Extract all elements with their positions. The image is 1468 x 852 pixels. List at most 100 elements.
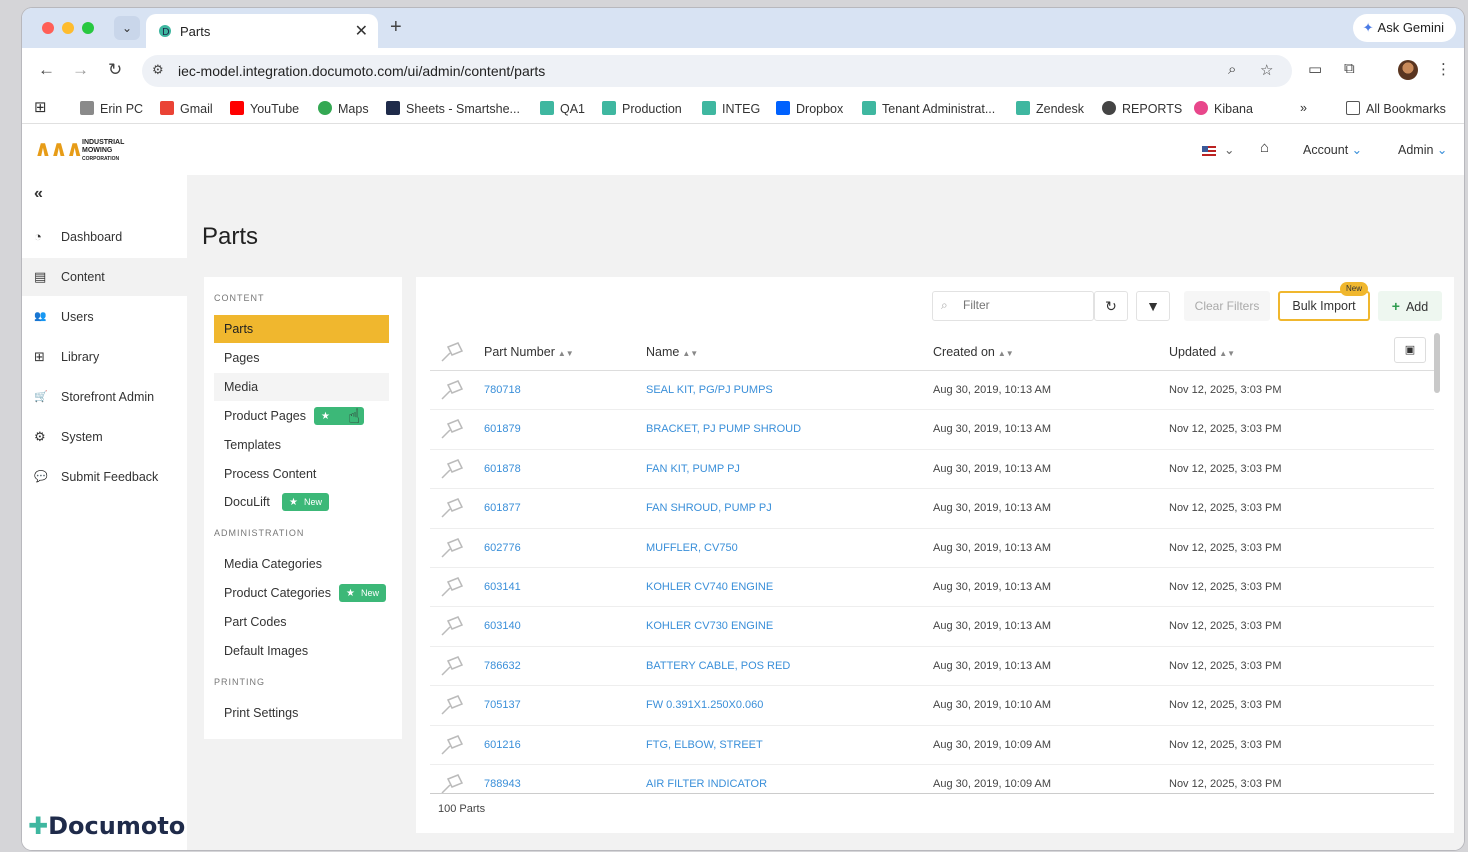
nav-item-product-pages[interactable]: Product Pages ★ ☝ [214,402,389,430]
part-name-link[interactable]: FAN KIT, PUMP PJ [646,463,740,475]
collapse-sidebar-icon[interactable]: « [34,185,43,203]
nav-item-parts[interactable]: Parts [214,315,389,343]
table-row[interactable]: 601878 FAN KIT, PUMP PJ Aug 30, 2019, 10:1… [430,450,1434,490]
column-updated[interactable]: Updated ▲▼ [1169,345,1235,359]
sidebar-item-system[interactable]: ⚙ System [22,418,187,456]
table-row[interactable]: 603140 KOHLER CV730 ENGINE Aug 30, 2019, 1… [430,607,1434,647]
filter-toggle-button[interactable]: ▼ [1136,291,1170,321]
bookmark-item[interactable]: Sheets - Smartshe... [386,101,520,116]
sidebar-item-library[interactable]: ⊞ Library [22,338,187,376]
clear-filters-button[interactable]: Clear Filters [1184,291,1270,321]
bookmark-item[interactable]: Tenant Administrat... [862,101,995,116]
table-row[interactable]: 780718 SEAL KIT, PG/PJ PUMPS Aug 30, 2019,… [430,371,1434,411]
table-row[interactable]: 603141 KOHLER CV740 ENGINE Aug 30, 2019, 1… [430,568,1434,608]
part-name-link[interactable]: SEAL KIT, PG/PJ PUMPS [646,384,773,396]
maximize-window-button[interactable] [82,22,94,34]
table-row[interactable]: 601879 BRACKET, PJ PUMP SHROUD Aug 30, 201… [430,410,1434,450]
part-number-link[interactable]: 601878 [484,463,521,475]
part-name-link[interactable]: BRACKET, PJ PUMP SHROUD [646,423,801,435]
sidebar-item-submit-feedback[interactable]: 💬 Submit Feedback [22,458,187,496]
nav-item-product-categories[interactable]: Product Categories ★ New [214,579,389,607]
part-number-link[interactable]: 601877 [484,502,521,514]
table-row[interactable]: 602776 MUFFLER, CV750 Aug 30, 2019, 10:13 … [430,529,1434,568]
table-row[interactable]: 601216 FTG, ELBOW, STREET Aug 30, 2019, 10… [430,726,1434,765]
zoom-icon[interactable]: ⌕ [1228,61,1236,78]
part-name-link[interactable]: KOHLER CV740 ENGINE [646,581,773,593]
part-number-link[interactable]: 601879 [484,423,521,435]
new-tab-button[interactable]: + [390,16,402,39]
nav-item-templates[interactable]: Templates [214,431,389,459]
part-number-link[interactable]: 603140 [484,620,521,632]
part-name-link[interactable]: AIR FILTER INDICATOR [646,778,767,790]
nav-item-part-codes[interactable]: Part Codes [214,608,389,636]
cast-icon[interactable]: ▭ [1308,60,1322,78]
nav-item-doculift[interactable]: DocuLift ★ New [214,488,389,516]
url-text[interactable]: iec-model.integration.documoto.com/ui/ad… [178,63,545,79]
bookmark-item[interactable]: Gmail [160,101,213,116]
table-row[interactable]: 705137 FW 0.391X1.250X0.060 Aug 30, 2019, … [430,686,1434,726]
column-settings-button[interactable]: ▣ [1394,337,1426,363]
nav-item-default-images[interactable]: Default Images [214,637,389,665]
part-number-link[interactable]: 602776 [484,542,521,554]
part-name-link[interactable]: FW 0.391X1.250X0.060 [646,699,763,711]
extensions-icon[interactable]: ⧉ [1344,60,1355,77]
part-number-link[interactable]: 705137 [484,699,521,711]
bookmark-item[interactable]: REPORTS [1102,101,1182,116]
sidebar-item-dashboard[interactable]: ◔ Dashboard [22,218,187,256]
address-bar[interactable]: ⚙ iec-model.integration.documoto.com/ui/… [142,55,1292,87]
bookmark-star-icon[interactable]: ☆ [1260,61,1273,79]
bookmark-item[interactable]: Dropbox [776,101,843,116]
table-scrollbar[interactable] [1434,333,1440,393]
forward-icon[interactable]: → [72,60,89,80]
nav-item-print-settings[interactable]: Print Settings [214,699,389,727]
add-part-button[interactable]: + Add [1378,291,1442,321]
part-name-link[interactable]: MUFFLER, CV750 [646,542,738,554]
nav-item-pages[interactable]: Pages [214,344,389,372]
column-part-number[interactable]: Part Number ▲▼ [484,345,574,359]
bookmark-item[interactable]: Kibana [1194,101,1253,116]
part-name-link[interactable]: BATTERY CABLE, POS RED [646,660,790,672]
tab-close-icon[interactable]: ✕ [355,21,368,41]
sidebar-item-users[interactable]: 👥 Users [22,298,187,336]
language-chevron-icon[interactable]: ⌄ [1224,142,1234,157]
tab-search-chevron-icon[interactable]: ⌄ [114,16,140,40]
ask-gemini-button[interactable]: ✦ Ask Gemini [1352,14,1456,42]
bookmark-item[interactable]: INTEG [702,101,760,116]
part-name-link[interactable]: FTG, ELBOW, STREET [646,739,763,751]
part-name-link[interactable]: KOHLER CV730 ENGINE [646,620,773,632]
more-bookmarks-button[interactable]: » [1300,101,1307,115]
bookmark-item[interactable]: Erin PC [80,101,143,116]
table-row[interactable]: 601877 FAN SHROUD, PUMP PJ Aug 30, 2019, 1… [430,489,1434,529]
tab-parts[interactable]: D Parts ✕ [146,14,378,48]
column-created-on[interactable]: Created on ▲▼ [933,345,1014,359]
bookmark-item[interactable]: QA1 [540,101,585,116]
site-info-icon[interactable]: ⚙ [152,62,164,78]
company-logo[interactable]: ∧∧∧ INDUSTRIAL MOWING CORPORATION [34,135,144,165]
bookmark-item[interactable]: YouTube [230,101,299,116]
all-bookmarks-button[interactable]: All Bookmarks [1346,101,1446,116]
minimize-window-button[interactable] [62,22,74,34]
back-icon[interactable]: ← [38,60,55,80]
account-menu[interactable]: Account ⌄ [1303,142,1362,157]
filter-input[interactable] [963,298,1083,312]
nav-item-media[interactable]: Media [214,373,389,401]
language-flag-icon[interactable] [1202,145,1216,159]
sidebar-item-content[interactable]: ▤ Content [22,258,187,296]
part-number-link[interactable]: 786632 [484,660,521,672]
part-number-link[interactable]: 780718 [484,384,521,396]
admin-menu[interactable]: Admin ⌄ [1398,142,1447,157]
refresh-button[interactable]: ↻ [1094,291,1128,321]
filter-field[interactable]: ⌕ [932,291,1094,321]
home-icon[interactable]: ⌂ [1260,139,1269,156]
bookmark-item[interactable]: Zendesk [1016,101,1084,116]
close-window-button[interactable] [42,22,54,34]
bookmark-item[interactable]: Maps [318,101,369,116]
part-number-link[interactable]: 601216 [484,739,521,751]
table-row[interactable]: 788943 AIR FILTER INDICATOR Aug 30, 2019, … [430,765,1434,795]
part-name-link[interactable]: FAN SHROUD, PUMP PJ [646,502,772,514]
profile-avatar[interactable] [1398,60,1418,80]
bookmark-item[interactable]: Production [602,101,682,116]
nav-item-process-content[interactable]: Process Content [214,460,389,488]
table-row[interactable]: 786632 BATTERY CABLE, POS RED Aug 30, 2019… [430,647,1434,687]
sidebar-item-storefront-admin[interactable]: 🛒 Storefront Admin [22,378,187,416]
